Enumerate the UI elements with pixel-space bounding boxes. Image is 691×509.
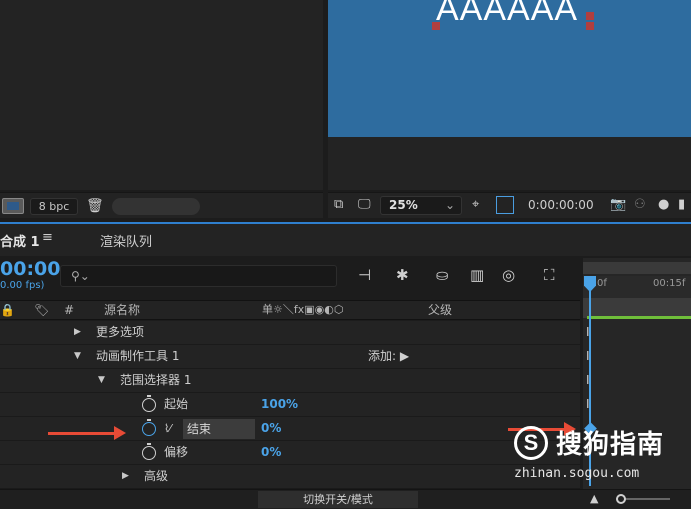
motion-blur-icon[interactable]: ◎ <box>502 266 515 284</box>
play-circle-icon: ▶ <box>399 349 410 363</box>
hide-shy-icon[interactable]: ⛀ <box>436 266 449 284</box>
grid-guide-icon[interactable]: ⌖ <box>472 197 479 213</box>
property-value[interactable]: 100% <box>261 393 298 416</box>
keyframe-marker: I <box>586 397 590 411</box>
property-name-field[interactable]: 结束 <box>183 419 255 439</box>
timeline-tabs: 合成 1 ≡ 渲染队列 <box>0 224 691 256</box>
project-panel <box>0 0 323 190</box>
graph-editor-icon[interactable]: ⛶ <box>544 266 555 284</box>
slider-knob[interactable] <box>616 494 626 504</box>
property-rows: ▶ 更多选项 ▼ 动画制作工具 1 添加: ▶ ▼ 范围选择器 1 起始 100… <box>0 321 580 489</box>
timeline-fps: 0.00 fps) <box>0 280 45 291</box>
time-navigator[interactable] <box>583 262 691 274</box>
timeline-zoom-slider[interactable] <box>616 494 670 504</box>
graph-icon[interactable]: ⌇⁄ <box>164 421 171 437</box>
add-animator-button[interactable]: 添加: ▶ <box>368 345 409 368</box>
draft-3d-icon[interactable]: ✱ <box>396 266 409 284</box>
always-preview-icon[interactable]: ⧉ <box>334 197 343 213</box>
bounding-handle-left[interactable] <box>432 22 440 30</box>
list-item[interactable]: ▶ 高级 <box>0 465 580 489</box>
bounding-handle-top-right[interactable] <box>586 12 594 20</box>
channel-icon[interactable]: ▮ <box>678 197 685 213</box>
keyframe-marker: I <box>586 325 590 339</box>
zoom-out-icon[interactable]: ▲ <box>590 492 598 505</box>
watermark-name: 搜狗指南 <box>556 430 665 460</box>
lock-icon[interactable]: 🔒 <box>0 301 15 319</box>
row-label: 偏移 <box>164 445 189 459</box>
composition-footer: ⧉ 🖵 25% ⌄ ⌖ 0:00:00:00 📷 ⚇ ● ▮ <box>328 192 691 218</box>
frame-blending-icon[interactable]: ▥ <box>470 266 484 284</box>
label-tag-icon[interactable]: 🏷 <box>34 301 49 319</box>
column-source-name[interactable]: 源名称 <box>104 301 140 319</box>
stopwatch-icon[interactable] <box>142 395 156 412</box>
column-parent[interactable]: 父级 <box>428 301 452 319</box>
row-label: 起始 <box>164 397 189 411</box>
search-icon: ⚲⌄ <box>71 269 90 283</box>
hamburger-menu-icon[interactable]: ≡ <box>42 230 53 245</box>
layer-column-header: 🔒 🏷 # 源名称 单☼＼fx▣◉◐⬡ 父级 <box>0 300 580 320</box>
chevron-down-icon: ⌄ <box>444 198 455 212</box>
column-hash: # <box>64 303 75 317</box>
bounding-handle-right[interactable] <box>586 22 594 30</box>
ruler-zero-label: 0f <box>597 278 607 289</box>
row-label: 范围选择器 1 <box>120 373 192 387</box>
region-of-interest-icon[interactable] <box>496 196 514 214</box>
column-switches: 单☼＼fx▣◉◐⬡ <box>262 303 344 316</box>
toggle-switches-modes-button[interactable]: 切换开关/模式 <box>258 491 418 508</box>
watermark-url: zhinan.sogou.com <box>514 466 640 481</box>
work-area-range <box>587 316 691 319</box>
composition-canvas[interactable]: AAAAAA <box>328 0 691 137</box>
row-label: 更多选项 <box>96 325 145 339</box>
trash-icon[interactable]: 🗑 <box>86 198 104 214</box>
list-item[interactable]: ▼ 动画制作工具 1 添加: ▶ <box>0 345 580 369</box>
list-item[interactable]: ⌇⁄ 结束 0% <box>0 417 580 441</box>
current-time-display[interactable]: 0:00:00:00 <box>528 197 594 213</box>
row-label: 动画制作工具 1 <box>96 349 180 363</box>
interpret-footage-icon[interactable] <box>2 198 24 214</box>
bit-depth-button[interactable]: 8 bpc <box>30 198 78 215</box>
show-snapshot-icon[interactable]: ⚇ <box>634 197 646 213</box>
channel-rgb-icon[interactable]: ● <box>658 197 669 213</box>
stopwatch-icon[interactable] <box>142 443 156 460</box>
list-item[interactable]: ▶ 更多选项 <box>0 321 580 345</box>
collapse-triangle-icon[interactable]: ▼ <box>98 369 105 392</box>
zoom-select[interactable]: 25% ⌄ <box>380 196 462 215</box>
work-area-bar[interactable] <box>583 298 691 318</box>
timeline-timecode[interactable]: 00:00 <box>0 258 60 280</box>
camera-snapshot-icon[interactable]: 📷 <box>610 197 626 213</box>
expand-triangle-icon[interactable]: ▶ <box>122 465 129 488</box>
tab-composition[interactable]: 合成 1 <box>0 231 40 250</box>
timeline-bottom-bar: 切换开关/模式 ▲ <box>0 489 691 509</box>
sogou-logo-icon: S <box>514 426 548 460</box>
stopwatch-active-icon[interactable] <box>142 419 156 436</box>
row-label: 高级 <box>144 469 169 483</box>
list-item[interactable]: ▼ 范围选择器 1 <box>0 369 580 393</box>
expand-triangle-icon[interactable]: ▶ <box>74 321 81 344</box>
keyframe-marker: I <box>586 373 590 387</box>
property-value[interactable]: 0% <box>261 417 281 440</box>
add-label: 添加: <box>368 349 397 363</box>
keyframe-marker: I <box>586 349 590 363</box>
project-footer: 8 bpc 🗑 <box>0 192 323 218</box>
zoom-value: 25% <box>389 198 418 212</box>
list-item[interactable]: 偏移 0% <box>0 441 580 465</box>
composition-panel: AAAAAA <box>328 0 691 190</box>
comp-flowchart-icon[interactable]: ⊣ <box>358 266 371 284</box>
monitor-icon[interactable]: 🖵 <box>358 197 371 213</box>
list-item[interactable]: 起始 100% <box>0 393 580 417</box>
ruler-time-label: 00:15f <box>653 278 686 289</box>
thumbnail-slider[interactable] <box>112 198 200 215</box>
collapse-triangle-icon[interactable]: ▼ <box>74 345 81 368</box>
property-value[interactable]: 0% <box>261 441 281 464</box>
tab-render-queue[interactable]: 渲染队列 <box>100 231 152 250</box>
layer-search-input[interactable]: ⚲⌄ <box>60 265 337 287</box>
canvas-text-layer[interactable]: AAAAAA <box>436 0 578 29</box>
annotation-arrow-left <box>48 426 126 440</box>
